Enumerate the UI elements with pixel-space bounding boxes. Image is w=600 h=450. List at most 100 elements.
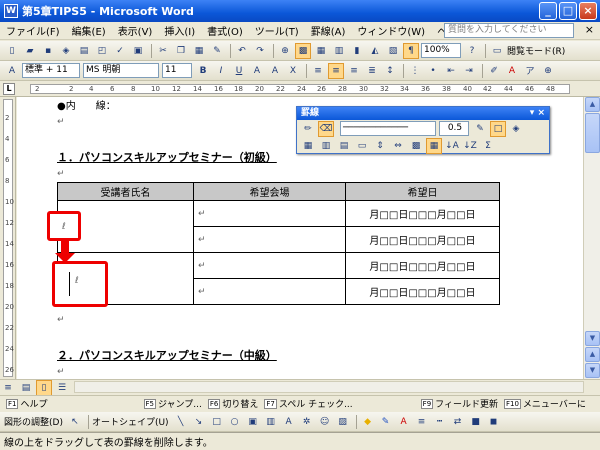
arrow-style-icon[interactable]: ⇄ [450, 414, 466, 430]
next-page-icon[interactable]: ▼ [585, 363, 600, 378]
zoom-combo[interactable]: 100% [421, 43, 461, 58]
word-app-icon[interactable]: W [4, 4, 18, 18]
vertical-textbox-icon[interactable]: ▥ [263, 414, 279, 430]
insert-table-icon[interactable]: ▦ [313, 43, 329, 59]
reading-mode-icon[interactable]: ▭ [489, 43, 505, 59]
table-cell-date[interactable]: 月□□日□□□月□□日 [345, 252, 500, 279]
line-spacing-icon[interactable]: ↕ [382, 63, 398, 79]
table-cell-date[interactable]: 月□□日□□□月□□日 [345, 278, 500, 305]
preview-icon[interactable]: ◰ [94, 43, 110, 59]
new-doc-icon[interactable]: ▯ [4, 43, 20, 59]
research-icon[interactable]: ▣ [130, 43, 146, 59]
normal-view-icon[interactable]: ≡ [0, 380, 16, 396]
char-shading-icon[interactable]: A [267, 63, 283, 79]
menu-table[interactable]: 罫線(A) [305, 23, 352, 38]
line-style-combo[interactable]: ──────────── [340, 121, 436, 136]
merge-cells-icon[interactable]: ▥ [318, 138, 334, 154]
print-layout-icon[interactable]: ▯ [36, 379, 52, 396]
table-row[interactable]: ↵ 月□□日□□□月□□日 [57, 200, 500, 253]
char-scale-icon[interactable]: X [285, 63, 301, 79]
draw-table-icon[interactable]: ✏ [300, 121, 316, 137]
table-cell-date[interactable]: 月□□日□□□月□□日 [345, 226, 500, 253]
rectangle-icon[interactable]: □ [209, 414, 225, 430]
hyperlink-icon[interactable]: ⊕ [277, 43, 293, 59]
tables-borders-icon[interactable]: ▩ [295, 42, 311, 59]
line-icon[interactable]: ╲ [173, 414, 189, 430]
table-cell-venue[interactable]: ↵ [193, 200, 346, 227]
menu-edit[interactable]: 編集(E) [66, 23, 112, 38]
doc-close-icon[interactable]: × [585, 23, 594, 36]
fkey-menubar[interactable]: F10 メニューバーに [503, 397, 586, 410]
insert-table-palette-icon[interactable]: ▦ [300, 138, 316, 154]
decrease-indent-icon[interactable]: ⇤ [443, 63, 459, 79]
web-view-icon[interactable]: ▤ [18, 380, 34, 396]
enclose-icon[interactable]: ⊕ [540, 63, 556, 79]
columns-icon[interactable]: ▮ [349, 43, 365, 59]
cut-icon[interactable]: ✂ [155, 43, 171, 59]
autosum-icon[interactable]: Σ [480, 138, 496, 154]
sort-desc-icon[interactable]: ↓Z [462, 138, 478, 154]
3d-icon[interactable]: ◼ [486, 414, 502, 430]
split-cells-icon[interactable]: ▤ [336, 138, 352, 154]
close-button[interactable]: × [579, 2, 597, 20]
line-width-combo[interactable]: 0.5 [439, 121, 469, 136]
highlight-icon[interactable]: ✐ [486, 63, 502, 79]
draw-adjust-menu[interactable]: 図形の調整(D) [4, 415, 63, 428]
horizontal-ruler[interactable]: L 2 2 4 6 8 10 12 14 16 18 20 22 24 26 2… [0, 81, 600, 97]
permission-icon[interactable]: ◈ [58, 43, 74, 59]
bold-icon[interactable]: B [195, 63, 211, 79]
save-icon[interactable]: ▪ [40, 43, 56, 59]
menu-format[interactable]: 書式(O) [201, 23, 249, 38]
border-style-icon[interactable]: □ [490, 120, 506, 137]
table-row[interactable]: ↵ 月□□日□□□月□□日 [57, 252, 500, 305]
table-cell-venue[interactable]: ↵ [193, 226, 346, 253]
distribute-rows-icon[interactable]: ⇕ [372, 138, 388, 154]
menu-window[interactable]: ウィンドウ(W) [351, 23, 431, 38]
scroll-thumb[interactable] [585, 113, 600, 153]
italic-icon[interactable]: I [213, 63, 229, 79]
style-combo[interactable]: 標準 + 11 [22, 63, 80, 78]
textbox-icon[interactable]: ▣ [245, 414, 261, 430]
phonetic-icon[interactable]: ア [522, 63, 538, 79]
prev-page-icon[interactable]: ▲ [585, 347, 600, 362]
table-cell-venue[interactable]: ↵ [193, 278, 346, 305]
shading-icon[interactable]: ◈ [508, 121, 524, 137]
copy-icon[interactable]: ❐ [173, 43, 189, 59]
paste-icon[interactable]: ▦ [191, 43, 207, 59]
vertical-ruler[interactable]: 2 4 6 8 10 12 14 16 18 20 22 24 26 [0, 97, 16, 379]
redo-icon[interactable]: ↷ [252, 43, 268, 59]
fill-color-icon[interactable]: ◆ [360, 414, 376, 430]
arrow-icon[interactable]: ↘ [191, 414, 207, 430]
menu-view[interactable]: 表示(V) [112, 23, 159, 38]
fkey-jump[interactable]: F5 ジャンプ... [143, 397, 202, 410]
align-right-icon[interactable]: ≡ [346, 63, 362, 79]
autoformat-icon[interactable]: ▩ [408, 138, 424, 154]
align-icon[interactable]: ▭ [354, 138, 370, 154]
menu-tools[interactable]: ツール(T) [249, 23, 305, 38]
scroll-up-icon[interactable]: ▲ [585, 97, 600, 112]
border-palette-title[interactable]: 罫線 ▾ × [297, 107, 549, 120]
shadow-icon[interactable]: ■ [468, 414, 484, 430]
vertical-scrollbar[interactable]: ▲ ▼ ▲ ▼ [583, 97, 600, 379]
help-search-input[interactable]: 質問を入力してください [444, 23, 574, 38]
border-color-icon[interactable]: ✎ [472, 121, 488, 137]
table-cell-venue[interactable]: ↵ [193, 252, 346, 279]
numbering-icon[interactable]: ⋮ [407, 63, 423, 79]
picture-icon[interactable]: ▨ [335, 414, 351, 430]
menu-file[interactable]: ファイル(F) [0, 23, 66, 38]
distribute-cols-icon[interactable]: ⇔ [390, 138, 406, 154]
dash-style-icon[interactable]: ┅ [432, 414, 448, 430]
document-map-icon[interactable]: ▧ [385, 43, 401, 59]
oval-icon[interactable]: ○ [227, 414, 243, 430]
justify-icon[interactable]: ≡ [310, 63, 326, 79]
distributed-icon[interactable]: ≣ [364, 63, 380, 79]
spellcheck-icon[interactable]: ✓ [112, 43, 128, 59]
autoshape-menu[interactable]: オートシェイプ(U) [92, 415, 169, 428]
format-painter-icon[interactable]: ✎ [209, 43, 225, 59]
diagram-icon[interactable]: ✲ [299, 414, 315, 430]
clipart-icon[interactable]: ☺ [317, 414, 333, 430]
registration-table[interactable]: 受講者氏名 希望会場 希望日 ↵ 月□□日□□□月□□日 ↵ 月□□日□□□月□… [57, 182, 500, 305]
styles-icon[interactable]: A [4, 63, 20, 79]
wordart-icon[interactable]: A [281, 414, 297, 430]
underline-icon[interactable]: U [231, 63, 247, 79]
